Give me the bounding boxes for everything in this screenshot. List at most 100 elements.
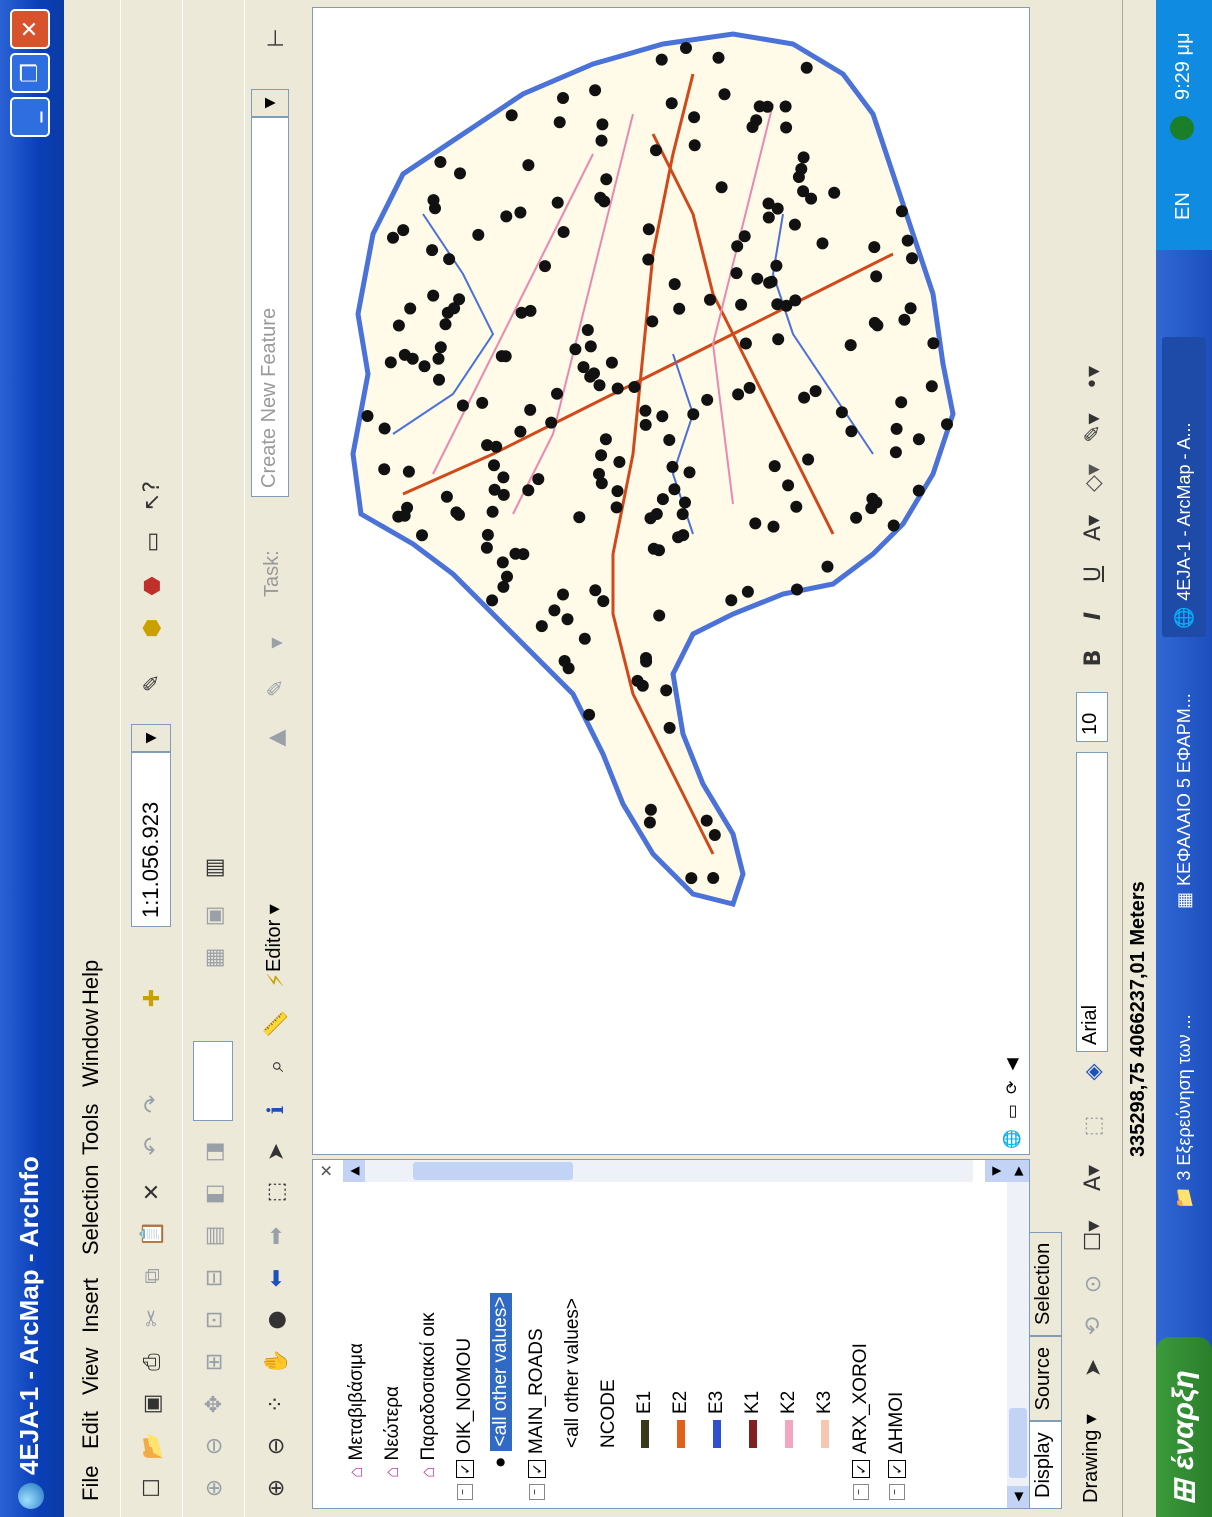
toc-row-3[interactable]: − ✓ OIK_NOMOU <box>451 1338 479 1500</box>
zoom-in-icon[interactable]: ⊕ <box>257 1469 295 1507</box>
font-size-select[interactable]: 10 <box>1076 692 1108 742</box>
sketch-tool-pencil-icon[interactable]: ✎ <box>257 669 295 707</box>
menu-window[interactable]: Window <box>78 1009 104 1087</box>
focus-data-frame-icon[interactable]: ▣ <box>195 897 233 935</box>
zoom-100-icon[interactable]: ▤ <box>195 1217 233 1255</box>
toc-row-7[interactable]: NCODE <box>595 1379 623 1448</box>
task-dropdown-arrow[interactable]: ▼ <box>251 89 289 117</box>
font-name-select[interactable]: Arial <box>1076 752 1108 1052</box>
layout-zoom-in-icon[interactable]: ⊕ <box>195 1469 233 1507</box>
new-document-icon[interactable]: ☐ <box>133 1469 171 1507</box>
menu-insert[interactable]: Insert <box>78 1278 104 1333</box>
select-elements-arrow-icon[interactable]: ➤ <box>257 1133 295 1171</box>
pause-draw-icon[interactable]: ◀ <box>1002 1058 1021 1070</box>
toc-row-15[interactable]: − ✓ ΔΗΜΟΙ <box>883 1392 911 1500</box>
layer-visibility-checkbox[interactable]: ✓ <box>456 1460 474 1478</box>
sketch-tool-dropdown-icon[interactable]: ▾ <box>257 624 295 662</box>
new-text-icon[interactable]: A▾ <box>1074 1159 1112 1197</box>
data-view-globe-icon[interactable]: 🌐 <box>1002 1129 1021 1149</box>
menu-view[interactable]: View <box>78 1348 104 1395</box>
language-indicator[interactable]: EN <box>1172 192 1195 220</box>
whats-this-help-icon[interactable]: ↖? <box>133 477 171 515</box>
layout-pan-icon[interactable]: ✥ <box>195 1385 233 1423</box>
marker-color-icon[interactable]: •▾ <box>1074 359 1112 397</box>
toc-row-6[interactable]: <all other values> <box>559 1298 587 1448</box>
layout-zoom-input[interactable] <box>193 1041 233 1121</box>
layout-view-icon[interactable]: ▭ <box>1002 1104 1021 1119</box>
zoom-to-selected-icon[interactable]: ⊙ <box>1074 1265 1112 1303</box>
italic-button[interactable]: I <box>1074 597 1112 635</box>
toc-scroll-down-icon[interactable]: ▼ <box>985 1160 1007 1182</box>
expand-collapse-icon[interactable]: − <box>853 1484 869 1500</box>
start-button[interactable]: ⊞ έναρξη <box>1156 1337 1212 1517</box>
toc-scroll-up-icon[interactable]: ▲ <box>343 1160 365 1182</box>
layer-visibility-checkbox[interactable]: ✓ <box>528 1460 546 1478</box>
zoom-out-icon[interactable]: ⊖ <box>257 1427 295 1465</box>
taskbar-item-word-doc[interactable]: ▦ ΚΕΦΑΛΑΙΟ 5 ΕΦΑΡΜ... <box>1162 647 1206 917</box>
rotate-icon[interactable]: ⟲ <box>1074 1307 1112 1345</box>
minimize-button[interactable]: _ <box>10 97 50 137</box>
toc-row-1[interactable]: ⌂ Νεώτερα <box>379 1386 407 1478</box>
toc-row-9[interactable]: E2 <box>667 1391 695 1448</box>
print-icon[interactable]: ⎙ <box>133 1343 171 1381</box>
paste-icon[interactable]: 📋 <box>133 1215 171 1253</box>
go-forward-arrow-icon[interactable]: ➡ <box>257 1217 295 1255</box>
line-color-icon[interactable]: ✎▾ <box>1074 409 1112 447</box>
undo-icon[interactable]: ↶ <box>133 1127 171 1165</box>
rectangle-draw-icon[interactable]: ☐▾ <box>1074 1217 1112 1255</box>
toc-row-5[interactable]: − ✓ MAIN_ROADS <box>523 1328 551 1500</box>
menu-edit[interactable]: Edit <box>78 1411 104 1449</box>
toc-horizontal-scroll-thumb[interactable] <box>1009 1408 1027 1478</box>
editor-toolbar-icon[interactable]: ✎ <box>133 664 171 702</box>
editor-menu[interactable]: Editor ▾ <box>261 904 286 972</box>
go-back-arrow-icon[interactable]: ⬅ <box>257 1259 295 1297</box>
layer-visibility-checkbox[interactable]: ✓ <box>852 1460 870 1478</box>
close-button[interactable]: ✕ <box>10 9 50 49</box>
find-binoculars-icon[interactable]: ⌕ <box>257 1047 295 1085</box>
edit-vertices-icon[interactable]: ⬚ <box>1074 1107 1112 1145</box>
toggle-draft-mode-icon[interactable]: ▦ <box>195 939 233 977</box>
map-canvas[interactable] <box>313 8 1003 1154</box>
layout-zoom-out-icon[interactable]: ⊖ <box>195 1427 233 1465</box>
tab-source[interactable]: Source <box>1030 1336 1062 1422</box>
identify-icon[interactable]: ℹ <box>257 1091 295 1129</box>
fill-color-icon[interactable]: ◇▾ <box>1074 459 1112 497</box>
toc-row-2[interactable]: ⌂ Παραδοσιακοί οικ <box>415 1312 443 1478</box>
expand-collapse-icon[interactable]: − <box>529 1484 545 1500</box>
menu-tools[interactable]: Tools <box>78 1104 104 1155</box>
toc-row-4[interactable]: ● <all other values> <box>487 1292 515 1468</box>
font-color-icon[interactable]: ◈ <box>1074 1053 1112 1091</box>
map-display[interactable] <box>312 7 1030 1155</box>
layout-window-icon[interactable]: ▭ <box>133 523 171 561</box>
toc-vertical-scroll-thumb[interactable] <box>413 1162 573 1180</box>
add-data-icon[interactable]: ✚ <box>133 979 171 1017</box>
layer-visibility-checkbox[interactable]: ✓ <box>888 1460 906 1478</box>
refresh-icon[interactable]: ⟳ <box>1002 1081 1021 1094</box>
fixed-zoom-in-icon[interactable]: ⊡ <box>195 1301 233 1339</box>
menu-help[interactable]: Help <box>78 960 104 1005</box>
menu-selection[interactable]: Selection <box>78 1164 104 1255</box>
fixed-zoom-out-icon[interactable]: ⊟ <box>195 1259 233 1297</box>
toc-row-13[interactable]: K3 <box>811 1391 839 1448</box>
redo-icon[interactable]: ↷ <box>133 1085 171 1123</box>
task-dropdown[interactable]: Create New Feature <box>251 117 289 497</box>
select-features-icon[interactable]: ⬚ <box>257 1173 295 1211</box>
target-layer-icon[interactable]: ⊢ <box>257 19 295 57</box>
toc-close-icon[interactable]: ✕ <box>317 1164 336 1177</box>
change-layout-icon[interactable]: ▥ <box>195 849 233 887</box>
menu-file[interactable]: File <box>78 1466 104 1501</box>
map-scale-dropdown[interactable]: ▼ <box>131 724 171 752</box>
network-tray-icon[interactable] <box>1170 116 1194 140</box>
underline-button[interactable]: U <box>1074 555 1112 593</box>
copy-icon[interactable]: ⧉ <box>133 1257 171 1295</box>
tab-selection[interactable]: Selection <box>1030 1231 1062 1337</box>
select-elements-icon[interactable]: ➤ <box>1074 1349 1112 1387</box>
toc-row-8[interactable]: E1 <box>631 1391 659 1448</box>
delete-icon[interactable]: ✕ <box>133 1173 171 1211</box>
measure-icon[interactable]: 📏 <box>257 1005 295 1043</box>
full-extent-globe-icon[interactable]: ● <box>257 1301 295 1339</box>
toc-row-10[interactable]: E3 <box>703 1391 731 1448</box>
next-extent-icon[interactable]: ◨ <box>195 1133 233 1171</box>
drawing-menu[interactable]: Drawing ▾ <box>1078 1414 1103 1503</box>
map-scale-input[interactable]: 1:1.056.923 <box>131 752 171 927</box>
